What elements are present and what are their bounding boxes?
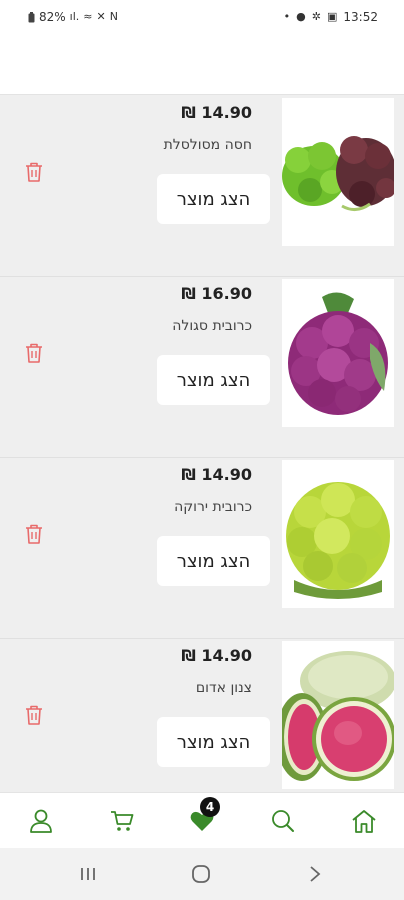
show-product-button[interactable]: הצג מוצר bbox=[157, 355, 270, 405]
product-image[interactable] bbox=[282, 279, 394, 427]
bluetooth-off-icon: ✕ bbox=[96, 10, 106, 23]
gallery-icon: ▣ bbox=[327, 10, 338, 23]
product-name: צנון אדום bbox=[195, 680, 252, 696]
app-header bbox=[0, 36, 404, 94]
bottom-navigation: 4 bbox=[0, 792, 404, 849]
product-image[interactable] bbox=[282, 641, 394, 789]
system-navigation-bar bbox=[0, 848, 404, 900]
favorites-count-badge: 4 bbox=[200, 797, 220, 817]
list-item: 14.90 ₪ כרובית ירוקה הצג מוצר bbox=[0, 457, 404, 639]
home-icon bbox=[352, 810, 376, 833]
profile-icon bbox=[30, 809, 52, 833]
notification-icon: ● bbox=[296, 10, 306, 23]
product-price: 14.90 ₪ bbox=[181, 465, 252, 484]
trash-icon[interactable] bbox=[24, 704, 44, 726]
nfc-icon: N bbox=[109, 10, 118, 23]
product-image[interactable] bbox=[282, 98, 394, 246]
status-left: 82% ıl. ≈ ✕ N bbox=[28, 10, 118, 24]
nav-home[interactable] bbox=[348, 805, 380, 837]
trash-icon[interactable] bbox=[24, 523, 44, 545]
product-image[interactable] bbox=[282, 460, 394, 608]
green-cauliflower-image bbox=[282, 460, 394, 608]
battery-icon bbox=[28, 11, 35, 22]
settings-icon: ✲ bbox=[311, 10, 321, 23]
product-name: כרובית ירוקה bbox=[174, 499, 252, 515]
trash-icon[interactable] bbox=[24, 161, 44, 183]
nav-profile[interactable] bbox=[25, 805, 57, 837]
nav-cart[interactable] bbox=[106, 805, 138, 837]
product-price: 14.90 ₪ bbox=[181, 646, 252, 665]
cart-icon bbox=[111, 811, 134, 831]
status-right: • ● ✲ ▣ 13:52 bbox=[284, 10, 378, 24]
back-system-button[interactable] bbox=[300, 862, 330, 886]
status-bar: 82% ıl. ≈ ✕ N • ● ✲ ▣ 13:52 bbox=[0, 0, 404, 36]
product-name: חסה מסולסלת bbox=[163, 137, 252, 153]
product-name: כרובית סגולה bbox=[172, 318, 252, 334]
product-price: 16.90 ₪ bbox=[181, 284, 252, 303]
show-product-button[interactable]: הצג מוצר bbox=[157, 717, 270, 767]
wifi-icon: ≈ bbox=[83, 10, 93, 23]
favorites-list[interactable]: 14.90 ₪ חסה מסולסלת הצג מוצר 16.90 ₪ כרו… bbox=[0, 94, 404, 793]
list-item: 14.90 ₪ צנון אדום הצג מוצר bbox=[0, 638, 404, 793]
nav-favorites[interactable]: 4 bbox=[186, 797, 220, 837]
trash-icon[interactable] bbox=[24, 342, 44, 364]
signal-icon: ıl. bbox=[69, 10, 80, 23]
red-radish-image bbox=[282, 641, 394, 789]
home-circle-icon bbox=[192, 865, 210, 883]
show-product-button[interactable]: הצג מוצר bbox=[157, 174, 270, 224]
list-item: 14.90 ₪ חסה מסולסלת הצג מוצר bbox=[0, 95, 404, 277]
home-system-button[interactable] bbox=[186, 862, 216, 886]
product-price: 14.90 ₪ bbox=[181, 103, 252, 122]
list-item: 16.90 ₪ כרובית סגולה הצג מוצר bbox=[0, 276, 404, 458]
recent-apps-icon bbox=[81, 868, 95, 880]
curly-lettuce-image bbox=[282, 98, 394, 246]
nav-search[interactable] bbox=[267, 805, 299, 837]
clock: 13:52 bbox=[343, 10, 378, 24]
recent-apps-button[interactable] bbox=[73, 862, 103, 886]
purple-cauliflower-image bbox=[282, 279, 394, 427]
battery-percent: 82% bbox=[39, 10, 66, 24]
dot-icon: • bbox=[283, 10, 291, 23]
show-product-button[interactable]: הצג מוצר bbox=[157, 536, 270, 586]
search-icon bbox=[272, 810, 294, 832]
chevron-right-icon bbox=[310, 866, 321, 882]
